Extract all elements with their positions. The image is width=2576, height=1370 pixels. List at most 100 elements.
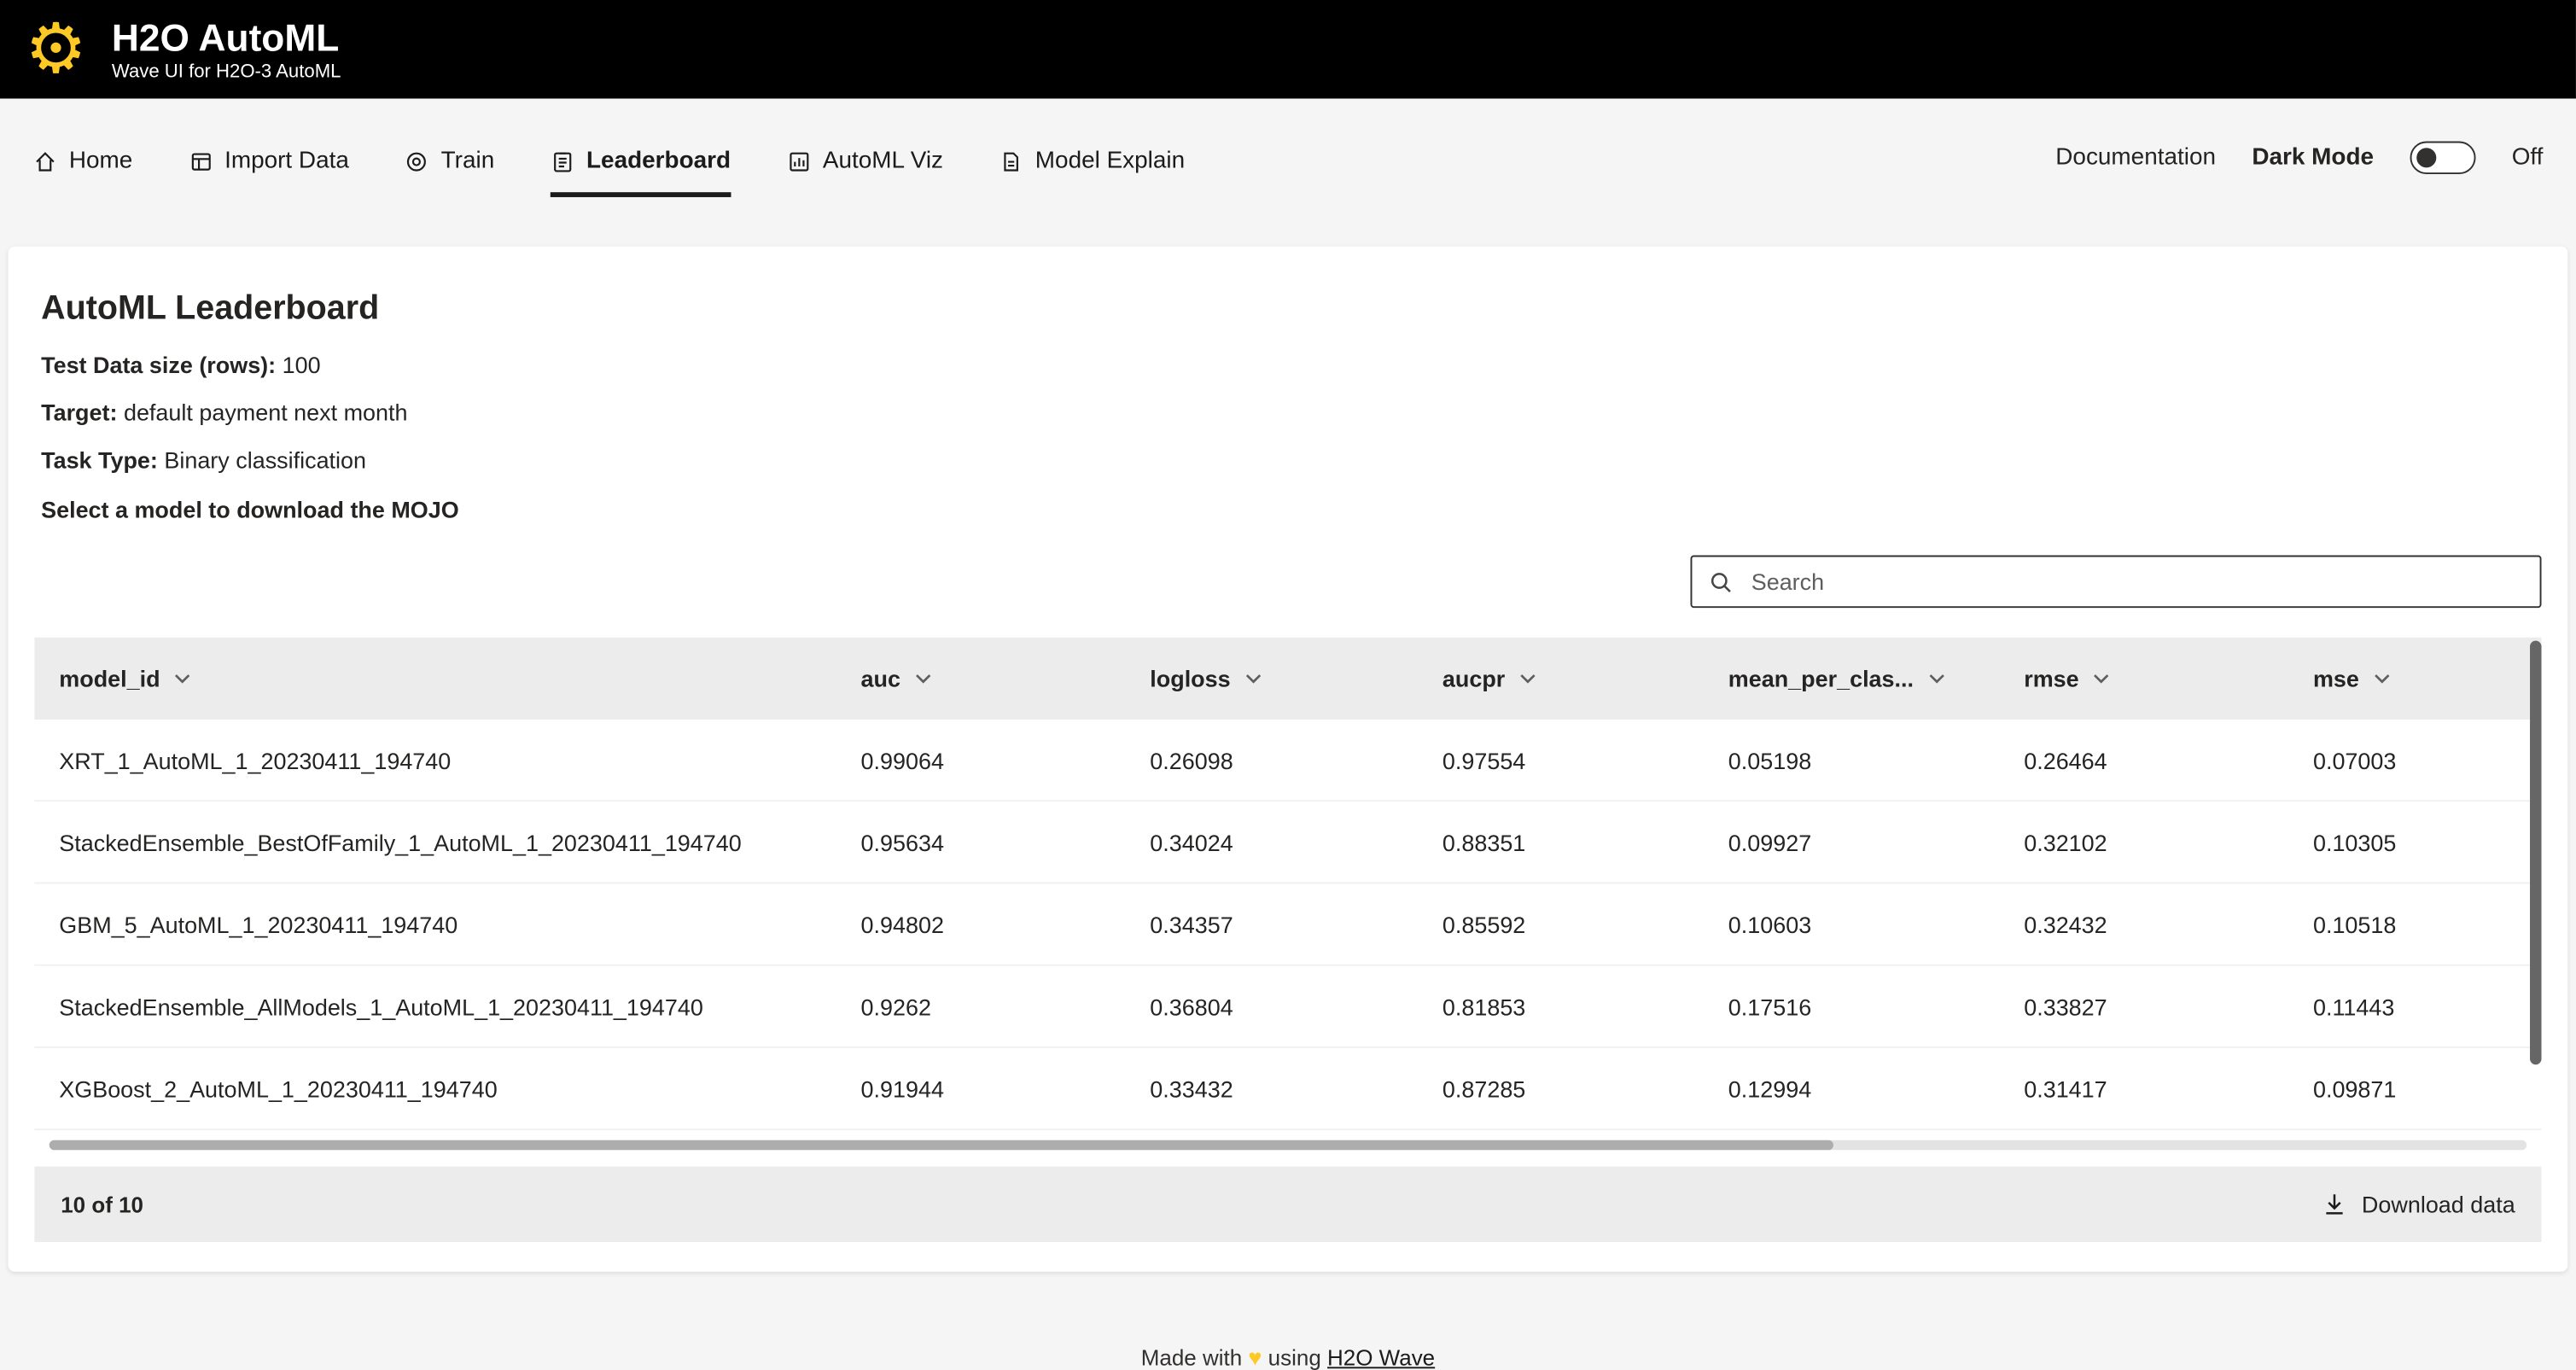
nav-tab-label: Model Explain (1035, 148, 1185, 174)
documentation-link[interactable]: Documentation (2055, 144, 2216, 171)
column-header-auc[interactable]: auc (836, 638, 1126, 720)
footer-text-prefix: Made with (1141, 1345, 1242, 1370)
metric-cell: 0.34357 (1125, 883, 1418, 964)
nav-bar: Home Import Data Train Leaderboard AutoM… (0, 98, 2576, 196)
horizontal-scrollbar-track (50, 1140, 2526, 1151)
metric-cell: 0.95634 (836, 802, 1126, 882)
h2o-wave-link[interactable]: H2O Wave (1327, 1345, 1435, 1370)
info-value: default payment next month (124, 399, 408, 426)
app-header: ⚙ H2O AutoML Wave UI for H2O-3 AutoML (0, 0, 2576, 98)
metric-cell: 0.09927 (1704, 802, 1999, 882)
metric-cell: 0.31417 (1999, 1048, 2288, 1128)
nav-tab-home[interactable]: Home (32, 148, 132, 197)
leaderboard-icon (551, 149, 575, 173)
model-explain-icon (999, 149, 1023, 173)
page-footer: Made with ♥ using H2O Wave (0, 1344, 2576, 1370)
row-count: 10 of 10 (61, 1192, 143, 1216)
download-icon (2321, 1191, 2347, 1217)
nav-tabs: Home Import Data Train Leaderboard AutoM… (32, 148, 1185, 197)
metric-cell: 0.11443 (2288, 966, 2541, 1046)
table-row[interactable]: GBM_5_AutoML_1_20230411_1947400.948020.3… (34, 883, 2541, 965)
table-body: XRT_1_AutoML_1_20230411_1947400.990640.2… (34, 720, 2541, 1130)
metric-cell: 0.10305 (2288, 802, 2541, 882)
metric-cell: 0.33827 (1999, 966, 2288, 1046)
select-model-prompt: Select a model to download the MOJO (41, 496, 2535, 522)
metric-cell: 0.26098 (1125, 720, 1418, 800)
chevron-down-icon (1928, 673, 1944, 684)
metric-cell: 0.09871 (2288, 1048, 2541, 1128)
metric-cell: 0.85592 (1418, 883, 1704, 964)
metric-cell: 0.34024 (1125, 802, 1418, 882)
metric-cell: 0.10518 (2288, 883, 2541, 964)
vertical-scrollbar[interactable] (2530, 641, 2541, 1065)
info-value: Binary classification (164, 447, 366, 474)
metric-cell: 0.9262 (836, 966, 1126, 1046)
metric-cell: 0.99064 (836, 720, 1126, 800)
app-subtitle: Wave UI for H2O-3 AutoML (112, 63, 341, 83)
table-row[interactable]: XRT_1_AutoML_1_20230411_1947400.990640.2… (34, 720, 2541, 802)
metric-cell: 0.36804 (1125, 966, 1418, 1046)
column-label: logloss (1150, 666, 1230, 692)
toggle-knob (2416, 148, 2436, 167)
home-icon (32, 149, 57, 173)
page: ⚙ H2O AutoML Wave UI for H2O-3 AutoML Ho… (0, 0, 2576, 1359)
brand: H2O AutoML Wave UI for H2O-3 AutoML (112, 16, 341, 83)
nav-tab-train[interactable]: Train (405, 148, 494, 197)
dark-mode-toggle[interactable] (2410, 142, 2475, 174)
search-input[interactable] (1748, 567, 2526, 597)
metric-cell: 0.87285 (1418, 1048, 1704, 1128)
column-header-mean_per_clas[interactable]: mean_per_clas... (1704, 638, 1999, 720)
column-label: rmse (2024, 666, 2078, 692)
model-id-cell: StackedEnsemble_AllModels_1_AutoML_1_202… (34, 966, 836, 1046)
nav-tab-import-data[interactable]: Import Data (189, 148, 349, 197)
column-label: mean_per_clas... (1728, 666, 1914, 692)
info-value: 100 (283, 352, 321, 378)
info-label: Task Type: (41, 447, 158, 474)
model-id-cell: StackedEnsemble_BestOfFamily_1_AutoML_1_… (34, 802, 836, 882)
metric-cell: 0.10603 (1704, 883, 1999, 964)
heart-icon: ♥ (1248, 1344, 1262, 1370)
column-header-logloss[interactable]: logloss (1125, 638, 1418, 720)
model-id-cell: XRT_1_AutoML_1_20230411_194740 (34, 720, 836, 800)
info-label: Test Data size (rows): (41, 352, 276, 378)
download-data-button[interactable]: Download data (2321, 1191, 2515, 1217)
column-header-model_id[interactable]: model_id (34, 638, 836, 720)
metric-cell: 0.07003 (2288, 720, 2541, 800)
metric-cell: 0.33432 (1125, 1048, 1418, 1128)
table-row[interactable]: XGBoost_2_AutoML_1_20230411_1947400.9194… (34, 1048, 2541, 1130)
chevron-down-icon (2374, 673, 2390, 684)
model-id-cell: XGBoost_2_AutoML_1_20230411_194740 (34, 1048, 836, 1128)
metric-cell: 0.91944 (836, 1048, 1126, 1128)
footer-text-middle: using (1268, 1345, 1321, 1370)
metric-cell: 0.81853 (1418, 966, 1704, 1046)
nav-tab-leaderboard[interactable]: Leaderboard (551, 148, 731, 197)
metric-cell: 0.94802 (836, 883, 1126, 964)
column-label: auc (861, 666, 900, 692)
nav-tab-model-explain[interactable]: Model Explain (999, 148, 1185, 197)
search-box[interactable] (1691, 556, 2542, 609)
column-header-aucpr[interactable]: aucpr (1418, 638, 1704, 720)
nav-tab-label: AutoML Viz (823, 148, 943, 174)
table-row[interactable]: StackedEnsemble_BestOfFamily_1_AutoML_1_… (34, 802, 2541, 883)
info-target: Target: default payment next month (41, 399, 2535, 426)
column-header-mse[interactable]: mse (2288, 638, 2541, 720)
metric-cell: 0.05198 (1704, 720, 1999, 800)
leaderboard-table: model_id auc logloss aucpr mean_per_clas... r… (34, 638, 2541, 1130)
dark-mode-state: Off (2512, 144, 2544, 171)
column-header-rmse[interactable]: rmse (1999, 638, 2288, 720)
download-label: Download data (2362, 1191, 2515, 1217)
nav-tab-label: Train (441, 148, 495, 174)
nav-utilities: Documentation Dark Mode Off (2055, 142, 2543, 197)
metric-cell: 0.88351 (1418, 802, 1704, 882)
table-row[interactable]: StackedEnsemble_AllModels_1_AutoML_1_202… (34, 966, 2541, 1048)
metric-cell: 0.17516 (1704, 966, 1999, 1046)
metric-cell: 0.12994 (1704, 1048, 1999, 1128)
info-task-type: Task Type: Binary classification (41, 447, 2535, 474)
metric-cell: 0.32432 (1999, 883, 2288, 964)
automl-viz-icon (787, 149, 812, 173)
horizontal-scrollbar-thumb[interactable] (50, 1140, 1833, 1151)
nav-tab-automl-viz[interactable]: AutoML Viz (787, 148, 944, 197)
table-header-row: model_id auc logloss aucpr mean_per_clas... r… (34, 638, 2541, 720)
import-data-icon (189, 149, 213, 173)
leaderboard-card: AutoML Leaderboard Test Data size (rows)… (9, 247, 2568, 1272)
